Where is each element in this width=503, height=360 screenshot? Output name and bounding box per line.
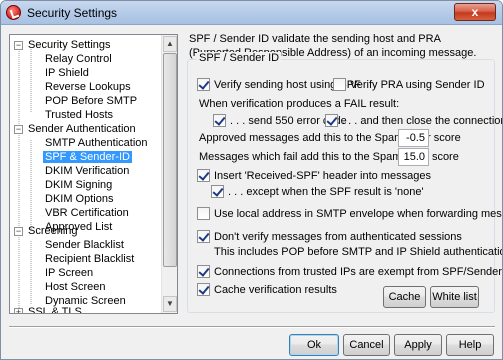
use-local-address-checkbox[interactable]: Use local address in SMTP envelope when … [197, 207, 502, 221]
scroll-down-arrow-icon[interactable]: ▼ [163, 296, 177, 312]
tree-item-dkim-verification[interactable]: DKIM Verification [43, 164, 131, 178]
tree-item-trusted-hosts[interactable]: Trusted Hosts [43, 108, 115, 122]
tree-item-dkim-signing[interactable]: DKIM Signing [43, 178, 114, 192]
insert-received-spf-checkbox[interactable]: Insert 'Received-SPF' header into messag… [197, 169, 431, 183]
verify-pra-checkbox[interactable]: Verify PRA using Sender ID [333, 78, 485, 92]
tree-item-reverse-lookups[interactable]: Reverse Lookups [43, 80, 133, 94]
cancel-button[interactable]: Cancel [343, 334, 390, 356]
checkbox-checked-icon[interactable] [213, 114, 226, 127]
tree-item-host-screen[interactable]: Host Screen [43, 280, 108, 294]
checkbox-checked-icon[interactable] [197, 283, 210, 296]
tree-item-vbr-certification[interactable]: VBR Certification [43, 206, 131, 220]
checkbox-checked-icon[interactable] [197, 169, 210, 182]
trusted-ips-exempt-checkbox[interactable]: Connections from trusted IPs are exempt … [197, 265, 502, 279]
tree-item-relay-control[interactable]: Relay Control [43, 52, 114, 66]
tree-category-ssl-tls[interactable]: + SSL & TLS [14, 305, 84, 313]
whitelist-button[interactable]: White list [430, 286, 479, 308]
tree-item-sender-blacklist[interactable]: Sender Blacklist [43, 238, 126, 252]
tree-item-ip-screen[interactable]: IP Screen [43, 266, 95, 280]
tree-category-sender-authentication[interactable]: − Sender Authentication [14, 122, 138, 136]
collapse-icon[interactable]: − [14, 226, 23, 236]
footer-separator [9, 326, 495, 328]
group-title: SPF / Sender ID [197, 52, 282, 64]
cache-results-checkbox[interactable]: Cache verification results [197, 283, 337, 297]
checkbox-checked-icon[interactable] [325, 114, 338, 127]
tree-item-pop-before-smtp[interactable]: POP Before SMTP [43, 94, 139, 108]
checkbox-unchecked-icon[interactable] [197, 207, 210, 220]
scroll-up-arrow-icon[interactable]: ▲ [163, 36, 177, 52]
checkbox-checked-icon[interactable] [197, 230, 210, 243]
tree-item-recipient-blacklist[interactable]: Recipient Blacklist [43, 252, 136, 266]
dont-verify-authenticated-checkbox[interactable]: Don't verify messages from authenticated… [197, 230, 462, 244]
help-button[interactable]: Help [446, 334, 494, 356]
apply-button[interactable]: Apply [394, 334, 442, 356]
app-icon [6, 5, 21, 20]
ok-button[interactable]: Ok [289, 334, 339, 356]
except-none-checkbox[interactable]: . . . except when the SPF result is 'non… [211, 185, 424, 199]
close-connection-checkbox[interactable]: . . . and then close the connection [325, 114, 502, 128]
tree-item-ip-shield[interactable]: IP Shield [43, 66, 91, 80]
tree-category-security-settings[interactable]: − Security Settings [14, 38, 113, 52]
collapse-icon[interactable]: − [14, 40, 23, 50]
settings-tree[interactable]: − Security Settings Relay Control IP Shie… [9, 34, 178, 314]
checkbox-checked-icon[interactable] [211, 185, 224, 198]
checkbox-checked-icon[interactable] [197, 78, 210, 91]
window-title: Security Settings [27, 6, 118, 20]
close-button[interactable]: x [454, 3, 496, 21]
fail-score-input[interactable]: 15.0 [398, 148, 429, 166]
tree-scrollbar[interactable]: ▲ ▼ [161, 35, 177, 313]
tree-item-smtp-authentication[interactable]: SMTP Authentication [43, 136, 150, 150]
cache-button[interactable]: Cache [383, 286, 426, 308]
tree-item-dkim-options[interactable]: DKIM Options [43, 192, 115, 206]
expand-icon[interactable]: + [14, 307, 23, 313]
scroll-thumb[interactable] [163, 53, 177, 267]
fail-result-label: When verification produces a FAIL result… [199, 98, 400, 110]
auth-note: This includes POP before SMTP and IP Shi… [214, 246, 503, 258]
approved-score-input[interactable]: -0.5 [398, 129, 429, 147]
tree-item-spf-sender-id[interactable]: SPF & Sender-ID [43, 150, 132, 164]
tree-category-screening[interactable]: − Screening [14, 224, 80, 238]
security-settings-window: Security Settings x − Security Settings R… [0, 0, 503, 360]
collapse-icon[interactable]: − [14, 124, 23, 134]
title-bar[interactable]: Security Settings x [1, 1, 502, 25]
checkbox-checked-icon[interactable] [197, 265, 210, 278]
checkbox-unchecked-icon[interactable] [333, 78, 346, 91]
